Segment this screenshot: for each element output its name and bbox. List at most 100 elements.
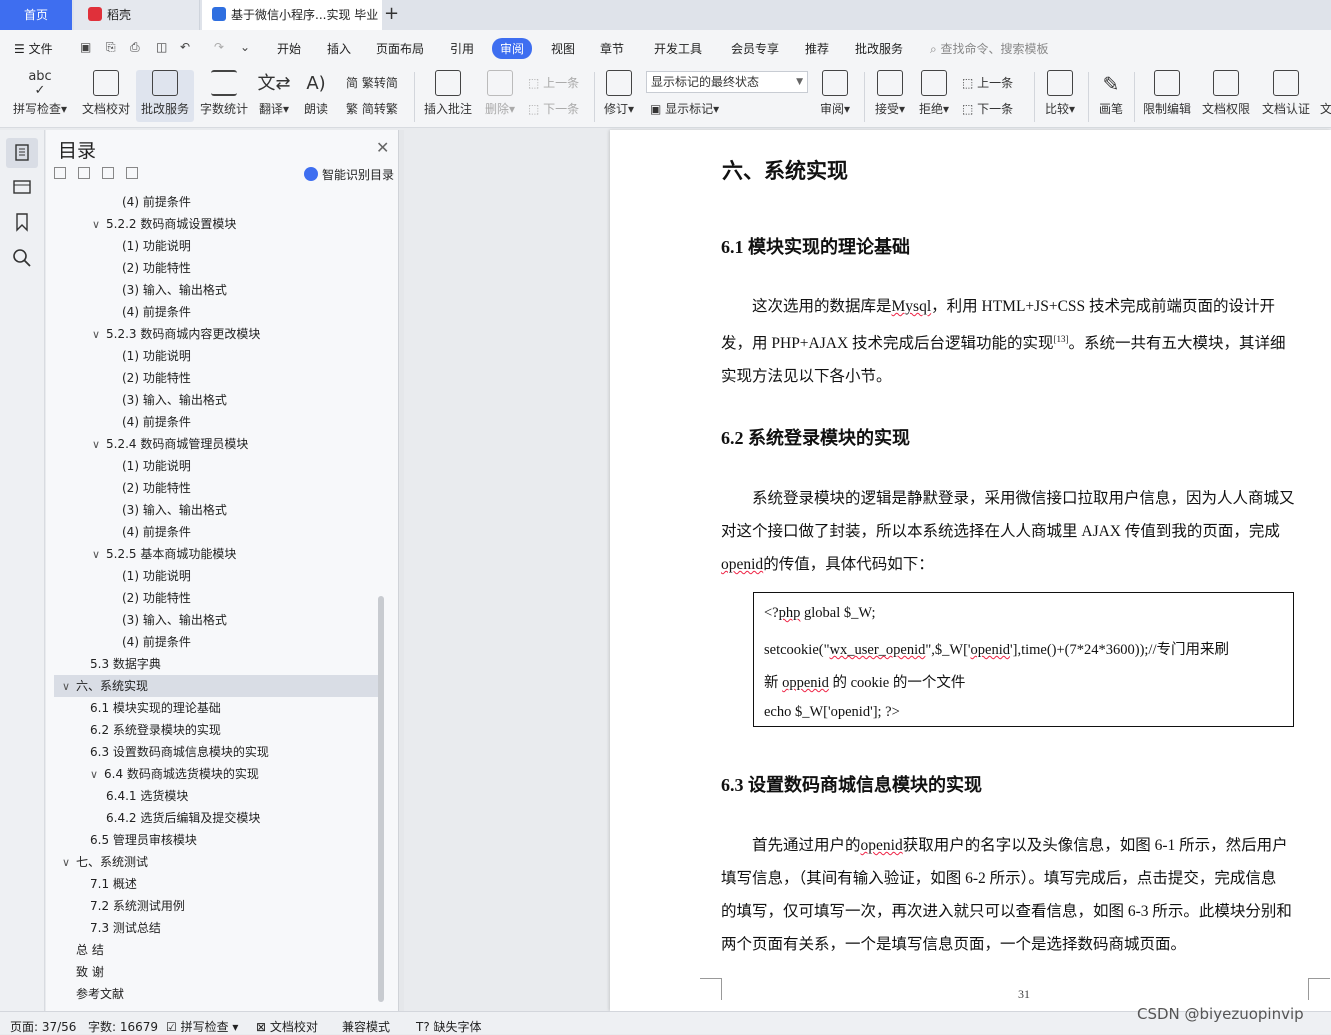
menu-view[interactable]: 视图 [551,40,575,57]
toc-item[interactable]: (1) 功能说明 [122,235,191,257]
chevron-down-icon[interactable]: ∨ [92,544,106,566]
spell-check-button[interactable]: abc ✓ 拼写检查▾ [10,70,70,117]
toc-item[interactable]: (4) 前提条件 [122,191,191,213]
toc-item[interactable]: (1) 功能说明 [122,565,191,587]
toc-item[interactable]: 6.4.2 选货后编辑及提交模块 [106,807,260,829]
toc-item[interactable]: (4) 前提条件 [122,521,191,543]
command-search[interactable]: ⌕ 查找命令、搜索模板 [930,40,1049,57]
chevron-down-icon[interactable]: ∨ [90,764,104,786]
file-menu[interactable]: ☰ 文件 [14,40,53,57]
translate-button[interactable]: 文⇄ 翻译▾ [256,70,292,117]
toc-scrollbar[interactable] [378,596,384,1002]
doc-permission-button[interactable]: 文档权限 [1200,70,1252,117]
next-comment-button[interactable]: ⬚ 下一条 [528,100,579,117]
toc-item[interactable]: ∨ 5.2.2 数码商城设置模块 [92,213,236,235]
overflow-button[interactable]: 文 [1320,70,1331,117]
toc-item[interactable]: (3) 输入、输出格式 [122,279,227,301]
toc-item[interactable]: (2) 功能特性 [122,257,191,279]
toc-item[interactable]: (2) 功能特性 [122,587,191,609]
chevron-down-icon[interactable]: ∨ [62,852,76,874]
redo-icon[interactable]: ↷ [214,40,224,54]
save-icon[interactable]: ▣ [80,40,91,54]
menu-chapter[interactable]: 章节 [600,40,624,57]
menu-insert[interactable]: 插入 [327,40,351,57]
toc-item[interactable]: (3) 输入、输出格式 [122,499,227,521]
collapse-all-icon[interactable] [54,167,66,179]
review-pane-button[interactable]: 审阅▾ [816,70,854,117]
tab-daoke[interactable]: 稻壳 [74,0,200,30]
remove-icon[interactable] [126,167,138,179]
menu-devtools[interactable]: 开发工具 [654,40,702,57]
toc-item[interactable]: ∨ 5.2.5 基本商城功能模块 [92,543,236,565]
new-tab-button[interactable]: + [384,3,399,24]
insert-comment-button[interactable]: 插入批注 [420,70,476,117]
tab-document[interactable]: 基于微信小程序...实现 毕业 [202,0,382,30]
restrict-editing-button[interactable]: 限制编辑 [1140,70,1194,117]
menu-correction[interactable]: 批改服务 [855,40,903,57]
reject-button[interactable]: 拒绝▾ [914,70,954,117]
menu-review[interactable]: 审阅 [492,38,533,59]
menu-layout[interactable]: 页面布局 [376,40,424,57]
close-icon[interactable]: ✕ [376,138,389,157]
doc-proof-button[interactable]: 文档校对 [80,70,132,117]
chevron-down-icon[interactable]: ∨ [92,214,106,236]
accept-button[interactable]: 接受▾ [870,70,910,117]
toc-item[interactable]: (1) 功能说明 [122,345,191,367]
expand-icon[interactable] [78,167,90,179]
bookmark-icon[interactable] [12,212,32,232]
toc-item[interactable]: (4) 前提条件 [122,411,191,433]
doc-certify-button[interactable]: 文档认证 [1258,70,1314,117]
toc-item[interactable]: ∨ 5.2.4 数码商城管理员模块 [92,433,248,455]
toc-item[interactable]: 6.4.1 选货模块 [106,785,188,807]
menu-start[interactable]: 开始 [277,40,301,57]
add-icon[interactable] [102,167,114,179]
preview-icon[interactable]: ◫ [156,40,167,54]
missing-fonts[interactable]: T? 缺失字体 [416,1018,482,1035]
page-indicator[interactable]: 页面: 37/56 [10,1018,76,1035]
toc-item[interactable]: 总 结 [76,939,104,961]
status-spell-check[interactable]: ☑ 拼写检查 ▾ [166,1018,238,1035]
toc-item[interactable]: 5.3 数据字典 [90,653,161,675]
navigation-icon[interactable] [12,176,32,196]
toc-item[interactable]: ∨ 六、系统实现 [54,675,378,697]
toc-item[interactable]: ∨ 七、系统测试 [62,851,148,873]
menu-reference[interactable]: 引用 [450,40,474,57]
toc-item[interactable]: 6.2 系统登录模块的实现 [90,719,221,741]
status-doc-proof[interactable]: ⊠ 文档校对 [256,1018,318,1035]
track-changes-button[interactable]: 修订▾ [600,70,638,117]
word-count-indicator[interactable]: 字数: 16679 [88,1018,158,1035]
toc-item[interactable]: (2) 功能特性 [122,477,191,499]
toc-item[interactable]: 6.3 设置数码商城信息模块的实现 [90,741,269,763]
toc-item[interactable]: ∨ 6.4 数码商城选货模块的实现 [90,763,259,785]
chevron-down-icon[interactable]: ∨ [92,434,106,456]
menu-recommend[interactable]: 推荐 [805,40,829,57]
toc-item[interactable]: (1) 功能说明 [122,455,191,477]
prev-comment-button[interactable]: ⬚ 上一条 [528,74,579,91]
toc-item[interactable]: ∨ 5.2.3 数码商城内容更改模块 [92,323,260,345]
prev-change-button[interactable]: ⬚ 上一条 [962,74,1013,91]
pen-button[interactable]: ✎ 画笔 [1094,70,1128,117]
tab-home[interactable]: 首页 [0,0,72,30]
customize-icon[interactable]: ⌄ [240,40,250,54]
toc-item[interactable]: (4) 前提条件 [122,631,191,653]
simp-to-trad-button[interactable]: 繁 简转繁 [346,100,398,117]
toc-item[interactable]: 6.1 模块实现的理论基础 [90,697,221,719]
toc-item[interactable]: 7.3 测试总结 [90,917,161,939]
toc-item[interactable]: 6.5 管理员审核模块 [90,829,197,851]
toc-item[interactable]: (4) 前提条件 [122,301,191,323]
toc-item[interactable]: 参考文献 [76,983,124,1005]
trad-to-simp-button[interactable]: 简 繁转简 [346,74,398,91]
toc-item[interactable]: 7.2 系统测试用例 [90,895,185,917]
toc-item[interactable]: (3) 输入、输出格式 [122,389,227,411]
chevron-down-icon[interactable]: ∨ [62,676,76,698]
toc-panel-icon[interactable] [6,138,38,168]
smart-toc-button[interactable]: 智能识别目录 [304,166,394,183]
read-aloud-button[interactable]: A) 朗读 [300,70,332,117]
correction-service-button[interactable]: 批改服务 [136,70,194,122]
word-count-button[interactable]: 字数统计 [198,70,250,117]
print-icon[interactable]: ⎙ [130,40,140,55]
toc-item[interactable]: 7.1 概述 [90,873,137,895]
toc-item[interactable]: (3) 输入、输出格式 [122,609,227,631]
undo-icon[interactable]: ↶ [180,40,190,54]
toc-item[interactable]: 致 谢 [76,961,104,983]
